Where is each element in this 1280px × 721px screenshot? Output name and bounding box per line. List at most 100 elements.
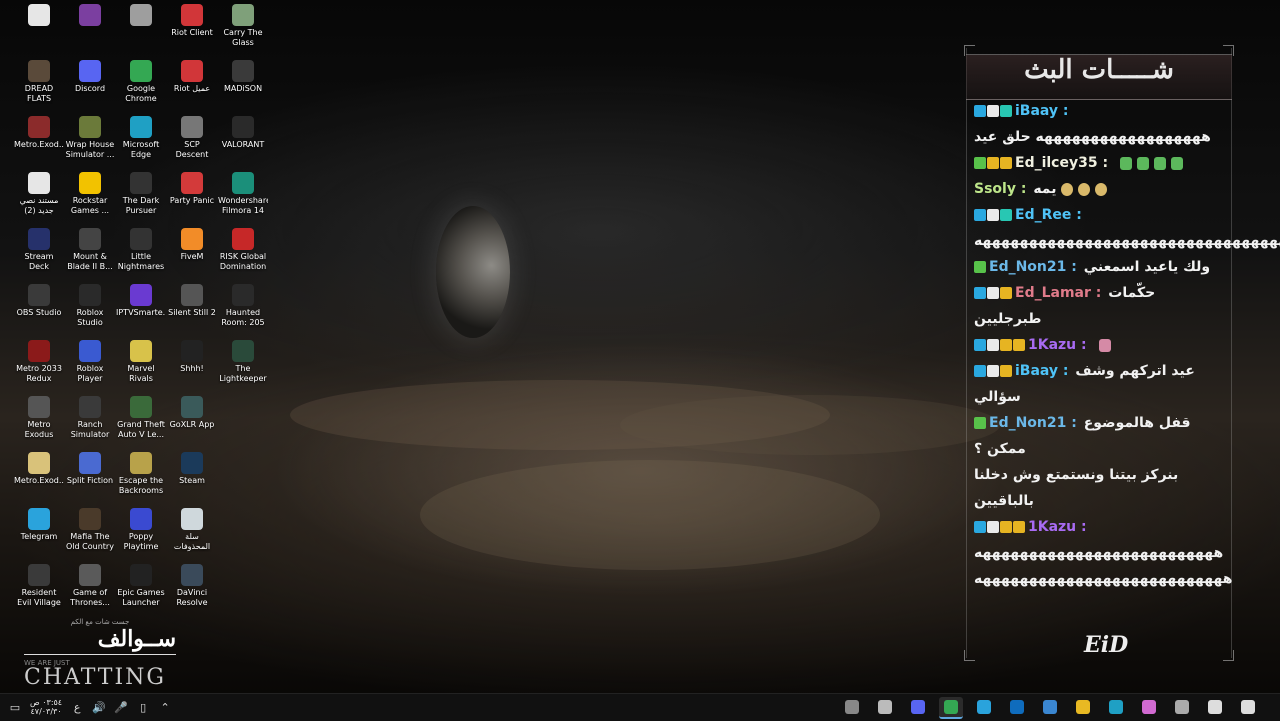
badge-icon	[1000, 157, 1012, 169]
desktop-icon-label: Game of Thrones...	[70, 588, 110, 607]
badge-icon	[987, 157, 999, 169]
desktop-icon[interactable]: Stream Deck	[14, 228, 64, 272]
desktop-icon[interactable]: Mafia The Old Country	[65, 508, 115, 552]
desktop-icon[interactable]: GoXLR App	[167, 396, 217, 430]
desktop-icon[interactable]: Silent Still 2	[167, 284, 217, 318]
taskbar: ▭ ٠٣:٥٤ ص ٤٧/٠٣/٣٠ ع 🔊 🎤 ▯ ⌃	[0, 693, 1280, 721]
desktop-icon[interactable]: RISK Global Domination	[218, 228, 268, 272]
desktop-icon[interactable]: The Dark Pursuer	[116, 172, 166, 216]
badge-icon	[1000, 365, 1012, 377]
chat-message: ههههههههههههههههههه حلق عيد	[974, 124, 1224, 150]
dune-wallpaper	[420, 460, 880, 570]
riot-icon	[181, 60, 203, 82]
desktop-icon[interactable]: Discord	[65, 60, 115, 94]
emote-icon	[1078, 182, 1091, 196]
notification-icon[interactable]: ▭	[8, 700, 22, 714]
file-explorer-icon[interactable]	[1071, 697, 1095, 717]
desktop-icon[interactable]: Steam	[167, 452, 217, 486]
badge-icon	[974, 261, 986, 273]
desktop-icon[interactable]: سلة المحذوفات	[167, 508, 217, 552]
chat-text: بنركز بيتنا ونستمتع وش دخلنا بالباقيين	[974, 467, 1179, 509]
clock[interactable]: ٠٣:٥٤ ص ٤٧/٠٣/٣٠	[30, 698, 62, 716]
chrome-icon[interactable]	[939, 697, 963, 719]
desktop-icon[interactable]: Wrap House Simulator ...	[65, 116, 115, 160]
desktop-icon[interactable]: Epic Games Launcher	[116, 564, 166, 608]
gta-icon	[130, 396, 152, 418]
emote-icon	[1095, 182, 1108, 196]
copilot-icon[interactable]	[1137, 697, 1161, 717]
desktop-icon[interactable]: IPTVSmarte...	[116, 284, 166, 318]
desktop-icon[interactable]: Metro 2033 Redux	[14, 340, 64, 384]
desktop-icon[interactable]: Resident Evil Village	[14, 564, 64, 608]
desktop-icon[interactable]: Metro.Exod...	[14, 452, 64, 486]
edge-icon[interactable]	[1104, 697, 1128, 717]
start-icon[interactable]	[1236, 697, 1260, 717]
desktop-icon[interactable]: VALORANT	[218, 116, 268, 150]
goxlr-icon	[181, 396, 203, 418]
desktop-icon[interactable]: مستند نصي جديد (2)	[14, 172, 64, 216]
desktop-icon[interactable]: Riot Client	[167, 4, 217, 38]
badge-icon	[1013, 521, 1025, 533]
task-view-icon[interactable]	[840, 697, 864, 717]
desktop-icon[interactable]: Telegram	[14, 508, 64, 542]
game-icon	[181, 340, 203, 362]
network-icon[interactable]: ▯	[136, 700, 150, 714]
search-icon[interactable]	[1203, 697, 1227, 717]
desktop-icon[interactable]: Metro.Exod...	[14, 116, 64, 150]
desktop-icon[interactable]: Party Panic	[167, 172, 217, 206]
discord-icon[interactable]	[906, 697, 930, 717]
desktop-icon-label: Discord	[74, 84, 106, 93]
desktop-icon[interactable]	[116, 4, 166, 28]
desktop-icon[interactable]: Grand Theft Auto V Le...	[116, 396, 166, 440]
document-icon	[28, 452, 50, 474]
volume-icon[interactable]: 🔊	[92, 700, 106, 714]
desktop-icon[interactable]	[14, 4, 64, 28]
desktop-icon[interactable]: DREAD FLATS	[14, 60, 64, 104]
desktop-icon[interactable]: MADiSON	[218, 60, 268, 94]
desktop-icon[interactable]: Mount & Blade II B...	[65, 228, 115, 272]
desktop-icon[interactable]: The Lightkeeper	[218, 340, 268, 384]
desktop-icon[interactable]: Roblox Player	[65, 340, 115, 384]
desktop-icon[interactable]: Marvel Rivals	[116, 340, 166, 384]
desktop-icon[interactable]: Game of Thrones...	[65, 564, 115, 608]
desktop-icon[interactable]: Little Nightmares	[116, 228, 166, 272]
obs-icon[interactable]	[873, 697, 897, 717]
desktop-icon[interactable]: Escape the Backrooms	[116, 452, 166, 496]
desktop-icon[interactable]: Riot عميل	[167, 60, 217, 94]
desktop-icon-label: DREAD FLATS	[24, 84, 54, 103]
desktop-icon[interactable]: Haunted Room: 205	[218, 284, 268, 328]
user-badges	[974, 417, 986, 429]
desktop-icon[interactable]	[65, 4, 115, 28]
desktop-icon[interactable]: Roblox Studio	[65, 284, 115, 328]
desktop-icon[interactable]: SCP Descent	[167, 116, 217, 160]
desktop-icon[interactable]: Poppy Playtime	[116, 508, 166, 552]
desktop-icon[interactable]: Microsoft Edge	[116, 116, 166, 160]
copilot-icon-glyph	[1142, 700, 1156, 714]
chevron-up-icon[interactable]: ⌃	[158, 700, 172, 714]
desktop-icon[interactable]: Split Fiction	[65, 452, 115, 486]
desktop-icon[interactable]: Rockstar Games ...	[65, 172, 115, 216]
widgets-icon[interactable]	[1170, 697, 1194, 717]
desktop-icon[interactable]: OBS Studio	[14, 284, 64, 318]
desktop-icon[interactable]: FiveM	[167, 228, 217, 262]
desktop-icon[interactable]: DaVinci Resolve	[167, 564, 217, 608]
desktop-icon[interactable]: Wondershare Filmora 14	[218, 172, 268, 216]
telegram-icon[interactable]	[972, 697, 996, 717]
edge-icon	[130, 116, 152, 138]
outlook-icon[interactable]	[1005, 697, 1029, 717]
desktop-icon[interactable]: Shhh!	[167, 340, 217, 374]
desktop-icon-label: Carry The Glass	[223, 28, 263, 47]
microphone-icon[interactable]: 🎤	[114, 700, 128, 714]
desktop-icon[interactable]: Metro Exodus	[14, 396, 64, 440]
game-icon	[181, 116, 203, 138]
system-tray: ▭ ٠٣:٥٤ ص ٤٧/٠٣/٣٠ ع 🔊 🎤 ▯ ⌃	[8, 698, 172, 716]
desktop-icon[interactable]: Google Chrome	[116, 60, 166, 104]
desktop-icon[interactable]: Ranch Simulator	[65, 396, 115, 440]
desktop-icon[interactable]: Carry The Glass	[218, 4, 268, 48]
clock-time: ٠٣:٥٤ ص	[30, 698, 63, 707]
store-icon[interactable]	[1038, 697, 1062, 717]
chat-username: Ed_Lamar :	[1015, 285, 1107, 301]
chat-message: 1Kazu :	[974, 514, 1224, 540]
chat-message: Ed_Lamar : حكّمات طبرجليين	[974, 280, 1224, 332]
language-indicator[interactable]: ع	[70, 700, 84, 714]
